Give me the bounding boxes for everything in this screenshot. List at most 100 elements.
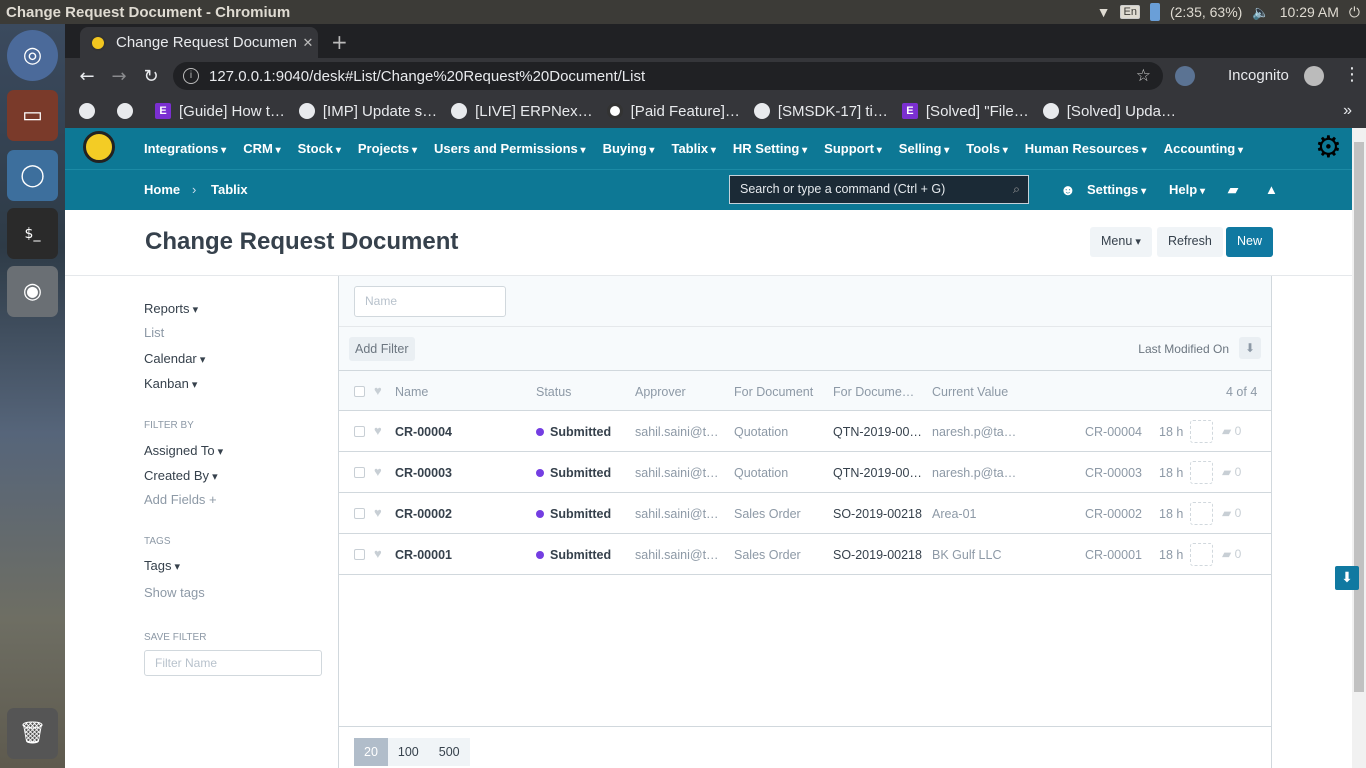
scrollbar-thumb[interactable] <box>1354 142 1364 692</box>
new-button[interactable]: New <box>1226 227 1274 257</box>
bookmark[interactable] <box>79 103 103 119</box>
refresh-button[interactable]: Refresh <box>1157 227 1223 257</box>
menu-tablix[interactable]: Tablix <box>671 141 715 156</box>
files-icon[interactable]: ▭ <box>7 90 58 141</box>
ubuntu-logo-icon[interactable]: ◎ <box>7 30 58 81</box>
bookmark[interactable]: [SMSDK-17] ti… <box>753 103 888 120</box>
wifi-icon[interactable]: ▼ <box>1097 4 1111 20</box>
bookmark[interactable]: E [Solved] "File… <box>901 103 1029 120</box>
menu-selling[interactable]: Selling <box>899 141 949 156</box>
filter-name-input[interactable]: Filter Name <box>144 650 322 676</box>
browser-menu-icon[interactable]: ⋮ <box>1343 64 1361 85</box>
for-document-cell[interactable]: Sales Order <box>734 507 801 521</box>
like-filter-icon[interactable]: ♥ <box>374 383 382 398</box>
bookmark[interactable]: [Solved] Upda… <box>1042 103 1176 120</box>
for-document-name-cell[interactable]: QTN-2019-00… <box>833 466 922 480</box>
menu-projects[interactable]: Projects <box>358 141 417 156</box>
trash-icon[interactable]: 🗑 <box>7 708 58 759</box>
current-value-cell[interactable]: naresh.p@ta… <box>932 466 1016 480</box>
status-indicator[interactable]: Submitted <box>536 466 611 480</box>
list-view-link[interactable]: List <box>144 325 164 340</box>
menu-hr-setting[interactable]: HR Setting <box>733 141 807 156</box>
status-indicator[interactable]: Submitted <box>536 425 611 439</box>
row-name-link[interactable]: CR-00003 <box>395 466 452 480</box>
address-bar[interactable]: i 127.0.0.1:9040/desk#List/Change%20Requ… <box>173 62 1163 90</box>
help-dropdown[interactable]: Help <box>1169 182 1205 197</box>
list-row[interactable]: ♥ CR-00004 Submitted sahil.saini@t… Quot… <box>339 411 1271 452</box>
tags-dropdown[interactable]: Tags <box>144 558 180 573</box>
for-document-name-cell[interactable]: SO-2019-00218 <box>833 548 922 562</box>
assignee-avatar-placeholder[interactable] <box>1190 543 1213 566</box>
menu-stock[interactable]: Stock <box>298 141 341 156</box>
assigned-to-dropdown[interactable]: Assigned To <box>144 443 223 458</box>
disk-icon[interactable]: ◉ <box>7 266 58 317</box>
gear-icon[interactable]: ⚙ <box>1315 130 1342 165</box>
menu-human-resources[interactable]: Human Resources <box>1025 141 1147 156</box>
menu-tools[interactable]: Tools <box>966 141 1008 156</box>
info-icon[interactable]: i <box>183 68 199 84</box>
show-tags-link[interactable]: Show tags <box>144 585 205 600</box>
add-filter-button[interactable]: Add Filter <box>349 337 415 361</box>
row-name-link[interactable]: CR-00001 <box>395 548 452 562</box>
breadcrumb-tablix[interactable]: Tablix <box>211 182 248 197</box>
row-name-link[interactable]: CR-00004 <box>395 425 452 439</box>
chat-icon[interactable]: ▰ <box>1228 182 1238 198</box>
menu-crm[interactable]: CRM <box>243 141 280 156</box>
row-checkbox[interactable] <box>354 549 365 560</box>
assignee-avatar-placeholder[interactable] <box>1190 461 1213 484</box>
status-indicator[interactable]: Submitted <box>536 507 611 521</box>
kanban-dropdown[interactable]: Kanban <box>144 376 197 391</box>
user-avatar-icon[interactable]: ☻ <box>1060 182 1076 199</box>
like-icon[interactable]: ♥ <box>374 505 382 520</box>
back-icon[interactable]: ← <box>71 66 103 87</box>
clock[interactable]: 10:29 AM <box>1280 4 1339 20</box>
bookmark[interactable]: [Paid Feature]… <box>606 103 740 120</box>
assignee-avatar-placeholder[interactable] <box>1190 420 1213 443</box>
name-filter-input[interactable]: Name <box>354 286 506 317</box>
row-checkbox[interactable] <box>354 467 365 478</box>
notification-bell-icon[interactable]: ▲ <box>1265 182 1278 197</box>
page-scrollbar[interactable] <box>1352 128 1366 768</box>
approver-cell[interactable]: sahil.saini@t… <box>635 425 719 439</box>
created-by-dropdown[interactable]: Created By <box>144 468 218 483</box>
bookmark[interactable]: E [Guide] How t… <box>155 103 285 120</box>
row-checkbox[interactable] <box>354 426 365 437</box>
row-name-link[interactable]: CR-00002 <box>395 507 452 521</box>
settings-dropdown[interactable]: Settings <box>1087 182 1146 197</box>
approver-cell[interactable]: sahil.saini@t… <box>635 466 719 480</box>
like-icon[interactable]: ♥ <box>374 464 382 479</box>
approver-cell[interactable]: sahil.saini@t… <box>635 507 719 521</box>
like-icon[interactable]: ♥ <box>374 423 382 438</box>
list-row[interactable]: ♥ CR-00001 Submitted sahil.saini@t… Sale… <box>339 534 1271 575</box>
select-all-checkbox[interactable] <box>354 386 365 397</box>
approver-cell[interactable]: sahil.saini@t… <box>635 548 719 562</box>
calendar-dropdown[interactable]: Calendar <box>144 351 205 366</box>
for-document-cell[interactable]: Quotation <box>734 466 788 480</box>
browser-tab[interactable]: Change Request Documen ✕ <box>80 27 318 58</box>
sort-order-icon[interactable]: ⬇ <box>1239 337 1261 359</box>
current-value-cell[interactable]: naresh.p@ta… <box>932 425 1016 439</box>
for-document-name-cell[interactable]: QTN-2019-00… <box>833 425 922 439</box>
menu-button[interactable]: Menu <box>1090 227 1152 257</box>
status-indicator[interactable]: Submitted <box>536 548 611 562</box>
page-size-20[interactable]: 20 <box>354 738 388 766</box>
menu-users-and-permissions[interactable]: Users and Permissions <box>434 141 586 156</box>
keyboard-indicator[interactable]: En <box>1120 5 1140 19</box>
chromium-icon[interactable]: ◯ <box>7 150 58 201</box>
reload-icon[interactable]: ↻ <box>135 66 167 87</box>
terminal-icon[interactable]: $_ <box>7 208 58 259</box>
bookmark[interactable]: [LIVE] ERPNex… <box>451 103 593 120</box>
volume-icon[interactable]: 🔈 <box>1252 4 1269 21</box>
menu-accounting[interactable]: Accounting <box>1164 141 1243 156</box>
forward-icon[interactable]: → <box>103 66 135 87</box>
for-document-name-cell[interactable]: SO-2019-00218 <box>833 507 922 521</box>
new-tab-icon[interactable]: + <box>331 30 348 54</box>
list-row[interactable]: ♥ CR-00002 Submitted sahil.saini@t… Sale… <box>339 493 1271 534</box>
battery-status[interactable]: (2:35, 63%) <box>1170 4 1242 20</box>
page-size-500[interactable]: 500 <box>428 738 470 766</box>
close-tab-icon[interactable]: ✕ <box>298 35 318 51</box>
menu-integrations[interactable]: Integrations <box>144 141 226 156</box>
breadcrumb-home[interactable]: Home <box>144 182 180 197</box>
bookmark[interactable] <box>117 103 141 119</box>
list-row[interactable]: ♥ CR-00003 Submitted sahil.saini@t… Quot… <box>339 452 1271 493</box>
